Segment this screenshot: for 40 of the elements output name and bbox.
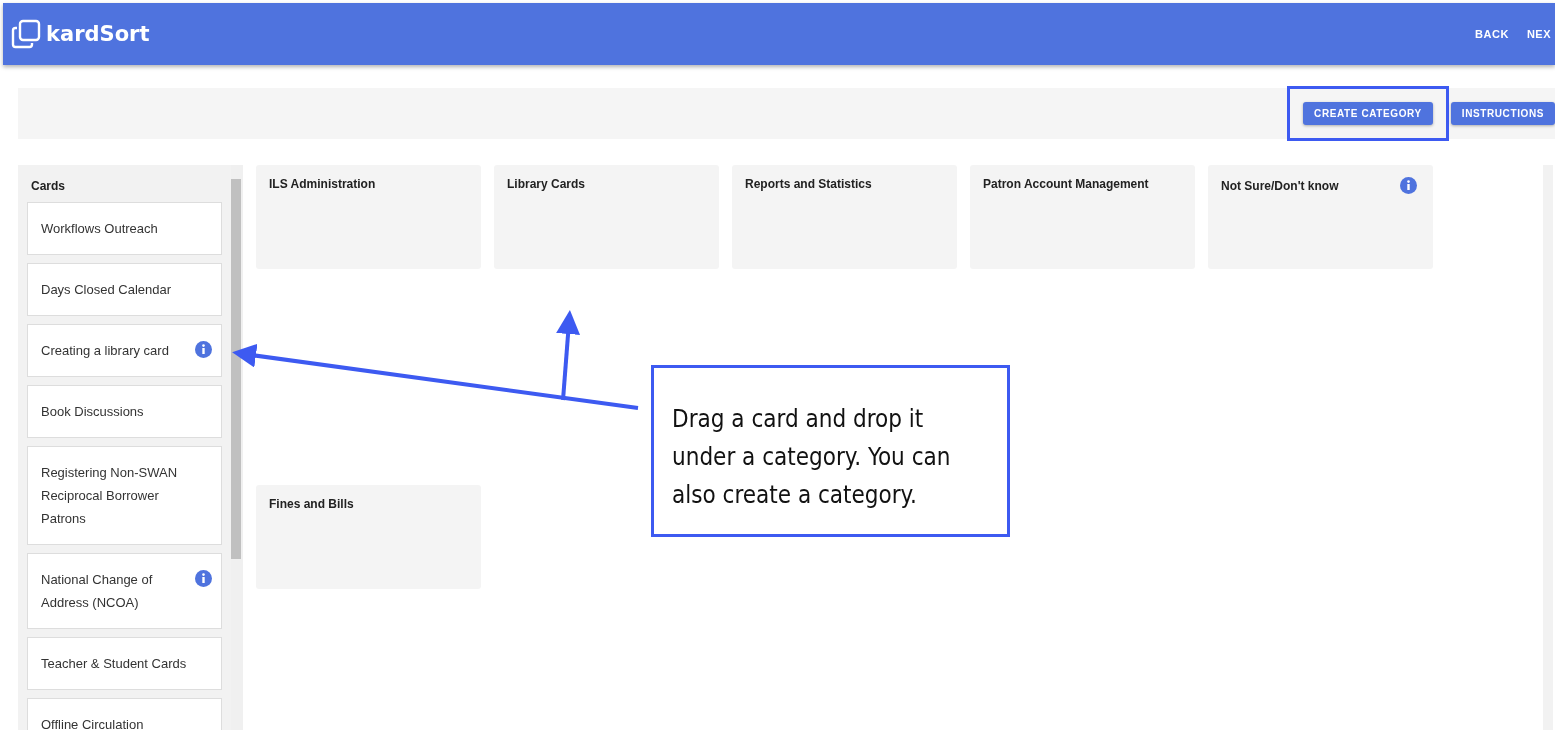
card[interactable]: Teacher & Student Cards bbox=[27, 637, 222, 690]
card-label: Creating a library card bbox=[41, 342, 169, 360]
nav-button[interactable]: BACK bbox=[1475, 28, 1509, 40]
card[interactable]: Creating a library card bbox=[27, 324, 222, 377]
card-label: Teacher & Student Cards bbox=[41, 655, 187, 673]
category-box[interactable]: Not Sure/Don't know bbox=[1208, 165, 1433, 269]
scrollbar-thumb[interactable] bbox=[231, 179, 241, 559]
category-box[interactable]: ILS Administration bbox=[256, 165, 481, 269]
card[interactable]: Days Closed Calendar bbox=[27, 263, 222, 316]
card[interactable]: Workflows Outreach bbox=[27, 202, 222, 255]
category-box[interactable]: Patron Account Management bbox=[970, 165, 1195, 269]
category-title: Patron Account Management bbox=[983, 177, 1149, 191]
info-icon[interactable] bbox=[195, 341, 212, 358]
category-title: Reports and Statistics bbox=[745, 177, 872, 191]
callout-text: Drag a card and drop it under a category. You can also create a category. bbox=[672, 405, 951, 509]
category-title: Library Cards bbox=[507, 177, 586, 191]
logo-icon bbox=[11, 19, 41, 49]
card-label: Workflows Outreach bbox=[41, 220, 158, 238]
toolbar-button[interactable]: INSTRUCTIONS bbox=[1450, 102, 1555, 125]
category-title: ILS Administration bbox=[269, 177, 376, 191]
card[interactable]: Registering Non-SWAN Reciprocal Borrower Patrons bbox=[27, 446, 222, 545]
panel-title: Cards bbox=[30, 178, 66, 195]
card-label: Book Discussions bbox=[41, 403, 144, 421]
card-label: Registering Non-SWAN Reciprocal Borrower Patrons bbox=[41, 464, 179, 528]
category-box[interactable]: Library Cards bbox=[494, 165, 719, 269]
toolbar-button[interactable]: CREATE CATEGORY bbox=[1303, 102, 1433, 125]
app-logo-text: kardSort bbox=[46, 22, 150, 46]
card[interactable]: Offline Circulation bbox=[27, 698, 222, 730]
info-icon[interactable] bbox=[195, 570, 212, 587]
card[interactable]: Book Discussions bbox=[27, 385, 222, 438]
category-box[interactable]: Reports and Statistics bbox=[732, 165, 957, 269]
nav-button[interactable]: NEX bbox=[1526, 28, 1551, 40]
category-box[interactable]: Fines and Bills bbox=[256, 485, 481, 589]
card-label: Offline Circulation bbox=[41, 716, 144, 730]
category-title: Not Sure/Don't know bbox=[1221, 178, 1339, 193]
card-label: Days Closed Calendar bbox=[41, 281, 172, 299]
category-title: Fines and Bills bbox=[269, 497, 354, 511]
card[interactable]: National Change of Address (NCOA) bbox=[27, 553, 222, 629]
info-icon[interactable] bbox=[1400, 177, 1417, 194]
card-label: National Change of Address (NCOA) bbox=[41, 571, 154, 612]
